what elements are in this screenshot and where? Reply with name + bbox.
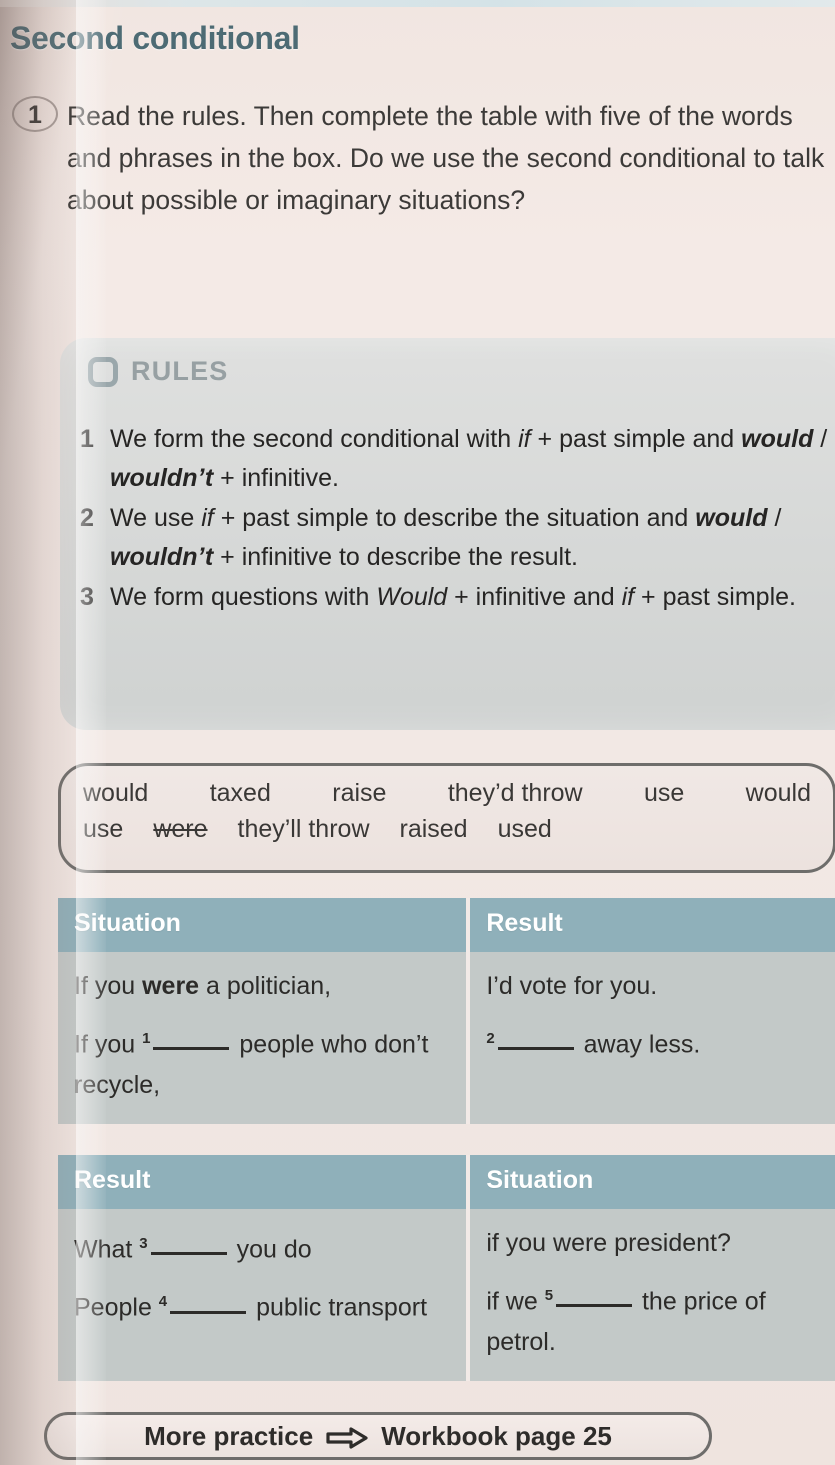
word-bank[interactable]: would taxed raise they’d throw use would use w…: [58, 763, 835, 873]
table-header-row: Situation Result: [58, 898, 835, 952]
cell-sentence: if we 5 the price of petrol.: [486, 1287, 766, 1357]
rules-label: RULES: [131, 356, 229, 386]
emphasised-word: were: [142, 972, 200, 1000]
rule-number: 1: [80, 425, 94, 453]
answer-blank[interactable]: [497, 1047, 574, 1051]
word-bank-item[interactable]: raise: [332, 779, 386, 808]
exercise-1: 1 Read the rules. Then complete the tabl…: [12, 95, 826, 221]
more-practice-label: More practice: [144, 1420, 314, 1451]
table-body-row: If you were a politician, If you 1 people…: [58, 952, 835, 1125]
table-header-cell: Situation: [486, 1166, 594, 1194]
rules-list: 1 We form the second conditional with if …: [80, 420, 835, 618]
word-bank-item[interactable]: use: [83, 815, 123, 844]
rule-item: 2 We use if + past simple to describe the…: [80, 499, 835, 577]
cell-sentence: I’d vote for you.: [486, 972, 658, 1000]
rules-box: RULES 1 We form the second conditional wi…: [60, 338, 835, 730]
cell-sentence: If you were a politician,: [74, 972, 332, 1000]
cell-sentence: What 3 you do: [74, 1235, 312, 1264]
result-situation-table: Result Situation What 3 you do People 4 p…: [58, 1155, 835, 1382]
word-bank-item[interactable]: taxed: [210, 779, 271, 808]
cell-sentence: If you 1 people who don’t recycle,: [74, 1030, 429, 1100]
table-body-row: What 3 you do People 4 public transport i…: [58, 1209, 835, 1382]
table-cell-situation[interactable]: if you were president? if we 5 the price …: [470, 1209, 835, 1381]
rule-item: 3 We form questions with Would + infiniti…: [80, 578, 835, 617]
italic-term: if: [201, 504, 214, 532]
key-term: would: [741, 425, 814, 453]
rule-number: 3: [80, 583, 94, 611]
italic-term: if: [518, 425, 531, 453]
word-bank-row: use were they’ll throw raised used: [61, 808, 833, 844]
answer-blank[interactable]: [556, 1304, 633, 1308]
key-term: wouldn’t: [110, 464, 214, 492]
gap-number: 3: [139, 1235, 148, 1252]
rule-item: 1 We form the second conditional with if …: [80, 420, 835, 498]
word-bank-item[interactable]: used: [498, 815, 552, 844]
rule-number: 2: [80, 504, 94, 532]
table-cell-result[interactable]: I’d vote for you. 2 away less.: [470, 952, 835, 1124]
rounded-square-icon: [88, 356, 118, 387]
cell-sentence: People 4 public transport: [74, 1293, 428, 1322]
word-bank-row: would taxed raise they’d throw use would: [61, 766, 833, 808]
italic-term: Would: [376, 583, 448, 611]
answer-blank[interactable]: [153, 1047, 230, 1051]
word-bank-item-used[interactable]: were: [153, 815, 207, 844]
more-practice-bar[interactable]: More practice Workbook page 25: [44, 1412, 712, 1460]
page-title: Second conditional: [10, 20, 300, 56]
textbook-page: Second conditional 1 Read the rules. The…: [0, 0, 835, 1465]
key-term: wouldn’t: [110, 543, 214, 571]
rules-header: RULES: [88, 356, 229, 387]
table-header-cell: Situation: [58, 898, 471, 952]
gap-number: 4: [158, 1293, 168, 1311]
key-term: would: [695, 504, 768, 532]
cell-sentence: 2 away less.: [486, 1030, 701, 1059]
table-cell-result[interactable]: What 3 you do People 4 public transport: [58, 1209, 471, 1382]
rule-text: We form questions with Would + infinitiv…: [110, 583, 796, 611]
rule-text: We use if + past simple to describe the …: [110, 504, 782, 571]
table-header-cell: Result: [58, 1155, 471, 1209]
exercise-number-badge: 1: [12, 96, 58, 132]
word-bank-item[interactable]: would: [746, 779, 811, 808]
gap-number: 2: [486, 1030, 495, 1047]
answer-blank[interactable]: [150, 1252, 227, 1256]
exercise-instruction: Read the rules. Then complete the table …: [67, 101, 825, 215]
gap-number: 5: [544, 1287, 554, 1304]
word-bank-item[interactable]: would: [83, 779, 148, 808]
answer-blank[interactable]: [170, 1310, 247, 1314]
word-bank-item[interactable]: use: [644, 779, 684, 808]
situation-result-table: Situation Result If you were a politicia…: [58, 898, 835, 1125]
word-bank-item[interactable]: they’ll throw: [238, 815, 370, 844]
cell-sentence: if you were president?: [486, 1229, 731, 1257]
table-header-row: Result Situation: [58, 1155, 835, 1209]
word-bank-item[interactable]: they’d throw: [448, 779, 583, 808]
gap-number: 1: [142, 1030, 151, 1047]
right-arrow-icon: [325, 1425, 369, 1449]
italic-term: if: [621, 583, 635, 611]
table-header-cell: Result: [486, 909, 563, 937]
page-top-strip: [0, 0, 835, 7]
workbook-page-label: Workbook page 25: [381, 1420, 612, 1451]
table-cell-situation[interactable]: If you were a politician, If you 1 people…: [58, 952, 471, 1125]
rule-text: We form the second conditional with if +…: [110, 425, 828, 492]
word-bank-item[interactable]: raised: [400, 815, 468, 844]
